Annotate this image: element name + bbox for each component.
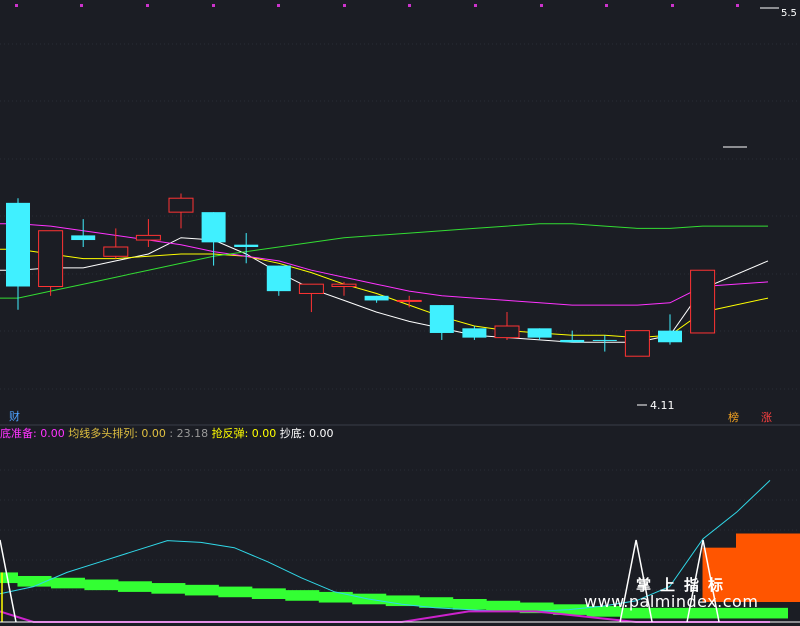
top-marker-dot bbox=[408, 4, 411, 7]
ranking-tag[interactable]: 榜 bbox=[728, 411, 739, 424]
candle-body bbox=[38, 230, 64, 287]
top-marker-dot bbox=[736, 4, 739, 7]
candle bbox=[6, 198, 30, 310]
candle-body bbox=[396, 299, 422, 302]
top-marker-dot bbox=[343, 4, 346, 7]
candle bbox=[103, 228, 129, 259]
green-bar bbox=[117, 581, 152, 592]
green-bar bbox=[151, 583, 186, 594]
watermark-url: www.palmindex.com bbox=[584, 592, 759, 611]
candle-body bbox=[364, 295, 389, 301]
price-marks: 5.5 4.11 bbox=[637, 7, 797, 412]
candle-body bbox=[429, 305, 454, 333]
candle bbox=[624, 330, 650, 357]
green-bar bbox=[754, 607, 788, 619]
candle-body bbox=[462, 328, 487, 338]
stock-chart-canvas: 5.5 4.11 bbox=[0, 4, 800, 623]
finance-tag[interactable]: 财 bbox=[9, 410, 20, 423]
candle bbox=[71, 219, 96, 247]
candle-body bbox=[560, 339, 585, 343]
rise-tag[interactable]: 涨 bbox=[761, 411, 772, 424]
green-bar bbox=[84, 579, 119, 591]
high-price-label: 5.5 bbox=[781, 8, 797, 19]
grid-lines bbox=[0, 4, 800, 591]
top-marker-dot bbox=[474, 4, 477, 7]
candle bbox=[592, 335, 617, 352]
indicator-value-2: : 23.18 bbox=[165, 427, 209, 440]
candle-body bbox=[331, 283, 357, 288]
candle-body bbox=[527, 328, 552, 338]
top-marker-dot bbox=[671, 4, 674, 7]
candle-body bbox=[624, 330, 650, 357]
top-marker-dot bbox=[540, 4, 543, 7]
indicator-value-1: 均线多头排列: 0.00 bbox=[64, 427, 166, 440]
moving-average-lines bbox=[0, 223, 769, 343]
candle bbox=[462, 326, 487, 340]
green-bar bbox=[251, 588, 286, 599]
candle-body bbox=[135, 234, 161, 241]
top-marker-dot bbox=[80, 4, 83, 7]
indicator-value-0: 底准备: 0.00 bbox=[0, 427, 65, 440]
candle-body bbox=[6, 202, 30, 287]
candle bbox=[560, 330, 585, 343]
candle bbox=[396, 295, 422, 308]
top-marker-dot bbox=[605, 4, 608, 7]
candle bbox=[527, 328, 552, 340]
indicator-value-4: 抄底: 0.00 bbox=[276, 427, 334, 440]
candle bbox=[168, 193, 194, 229]
candle bbox=[135, 219, 161, 247]
candle-body bbox=[201, 212, 226, 243]
top-marker-dot bbox=[277, 4, 280, 7]
candle-body bbox=[71, 235, 96, 241]
candle-body bbox=[592, 339, 617, 341]
green-bar bbox=[452, 598, 487, 610]
candle bbox=[266, 265, 291, 296]
candle-body bbox=[658, 330, 682, 343]
indicator-values-row: 底准备: 0.00 均线多头排列: 0.00 : 23.18 抢反弹: 0.00… bbox=[0, 427, 334, 441]
green-bar bbox=[50, 577, 85, 589]
green-bar bbox=[285, 590, 320, 601]
candle bbox=[201, 212, 226, 266]
green-bar bbox=[218, 586, 253, 598]
candle bbox=[364, 295, 389, 303]
candle-body bbox=[298, 283, 324, 294]
candle-body bbox=[168, 197, 194, 213]
candle bbox=[38, 230, 64, 296]
low-price-label: 4.11 bbox=[650, 399, 675, 412]
green-bar bbox=[486, 600, 521, 612]
candle-body bbox=[494, 325, 520, 339]
ma-line-1 bbox=[0, 248, 769, 339]
candle bbox=[690, 269, 716, 334]
top-marker-dot bbox=[212, 4, 215, 7]
green-bar bbox=[184, 584, 219, 596]
ma-line-2 bbox=[0, 223, 769, 306]
candle-body bbox=[234, 244, 259, 247]
candle-body bbox=[690, 269, 716, 334]
candle bbox=[298, 283, 324, 313]
green-bar bbox=[318, 591, 353, 603]
candle bbox=[494, 312, 520, 340]
candlestick-series bbox=[6, 193, 716, 357]
top-marker-dot bbox=[146, 4, 149, 7]
indicator-value-3: 抢反弹: 0.00 bbox=[208, 427, 277, 440]
top-marker-dot bbox=[15, 4, 18, 7]
candle bbox=[331, 281, 357, 296]
candle bbox=[429, 305, 454, 340]
candle-body bbox=[266, 265, 291, 292]
candle-body bbox=[103, 246, 129, 257]
